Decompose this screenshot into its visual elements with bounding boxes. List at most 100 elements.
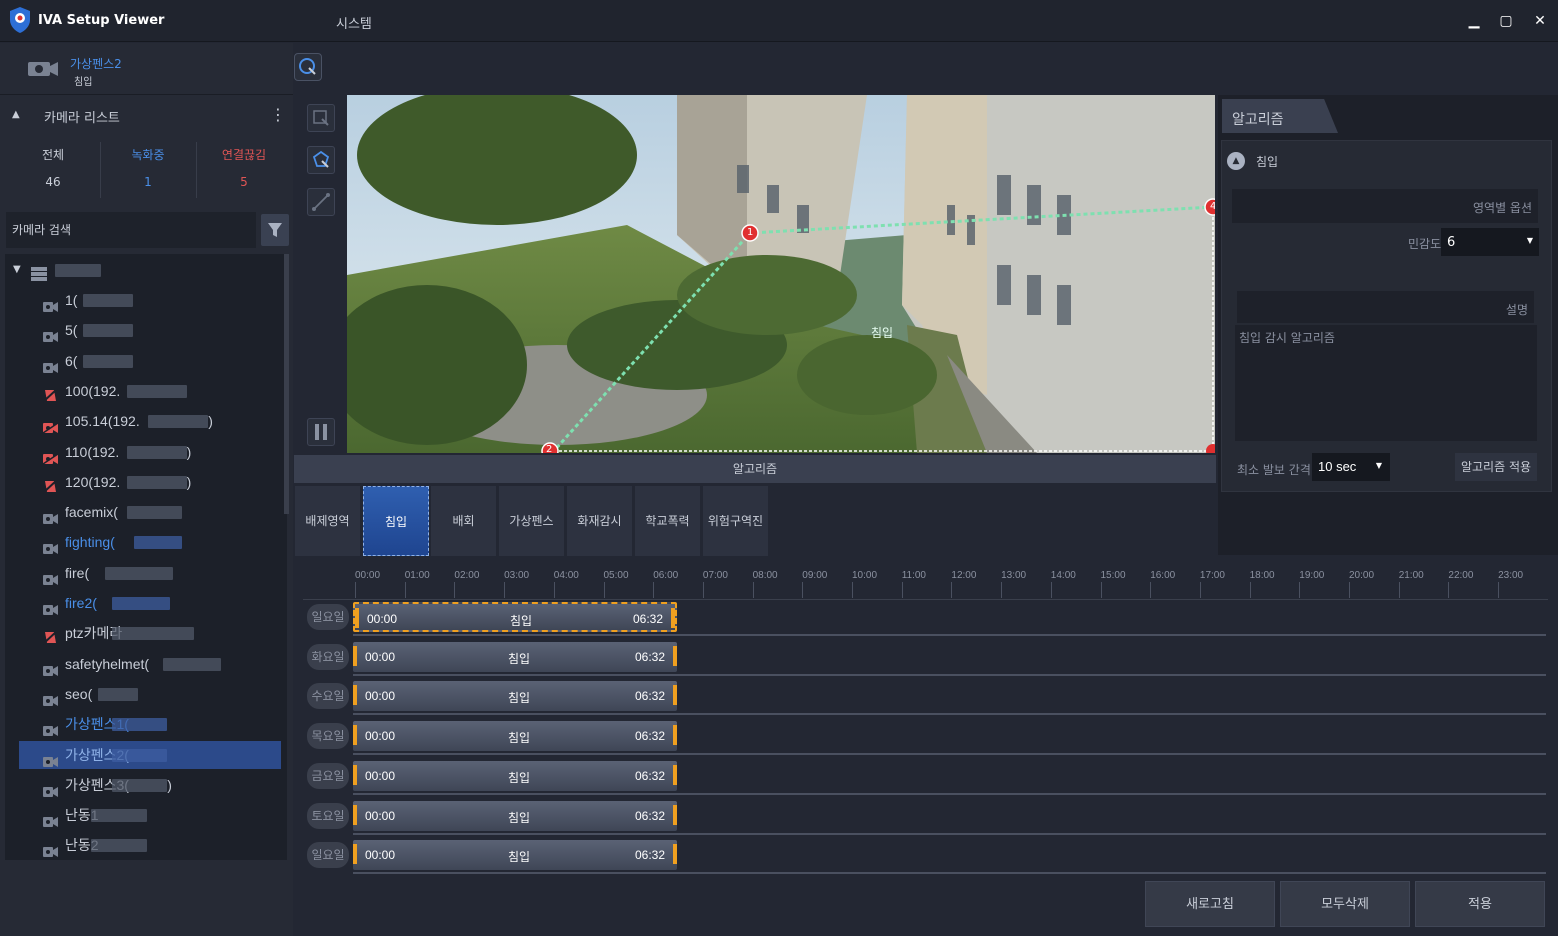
block-start: 00:00 xyxy=(365,689,396,704)
camera-icon xyxy=(43,507,58,525)
algorithm-tab[interactable]: 화재감시 xyxy=(567,486,633,556)
camera-item[interactable]: 1( xyxy=(19,286,281,314)
camera-search-input[interactable]: 카메라 검색 xyxy=(6,212,256,248)
resize-handle-right[interactable] xyxy=(673,725,677,746)
sensitivity-select[interactable]: 6 ▼ xyxy=(1441,228,1539,256)
expand-icon[interactable]: ▼ xyxy=(13,256,21,284)
camera-item-suffix: ) xyxy=(208,413,213,430)
day-track[interactable] xyxy=(353,792,1546,795)
pause-button[interactable] xyxy=(307,418,335,446)
camera-item[interactable]: 난동1 xyxy=(19,801,281,829)
redacted-address xyxy=(112,597,171,610)
algorithm-tab[interactable]: 위험구역진입 xyxy=(703,486,769,598)
tree-scrollbar[interactable] xyxy=(284,254,289,514)
redacted-address xyxy=(126,384,187,398)
resize-handle-right[interactable] xyxy=(673,685,677,706)
algorithm-tab[interactable]: 가상펜스 xyxy=(499,486,565,556)
panel-tab-title[interactable]: 알고리즘 xyxy=(1222,99,1338,133)
timeline-tick: 11:00 xyxy=(901,570,926,581)
redacted-address xyxy=(126,475,187,489)
camera-icon xyxy=(43,750,58,767)
resize-handle-left[interactable] xyxy=(353,685,357,706)
day-track[interactable] xyxy=(353,872,1546,875)
stat-recording: 녹화중 1 xyxy=(131,148,165,189)
schedule-block[interactable]: 00:00 침입 06:32 xyxy=(353,721,677,752)
block-label: 침입 xyxy=(508,810,531,825)
apply-button[interactable]: 적용 xyxy=(1415,881,1545,927)
maximize-button[interactable]: ▢ xyxy=(1494,10,1518,32)
day-track[interactable] xyxy=(353,673,1546,676)
resize-handle-right[interactable] xyxy=(673,645,677,666)
more-icon[interactable]: ⋮ xyxy=(270,105,286,124)
camera-item[interactable]: fighting( xyxy=(19,528,281,556)
camera-video-view[interactable]: 1 4 2 침입 xyxy=(347,95,1215,453)
camera-item[interactable]: fire( xyxy=(19,559,281,587)
camera-item[interactable]: safetyhelmet( xyxy=(19,650,281,678)
camera-item[interactable]: ptz카메라 xyxy=(19,619,281,647)
timeline-tick: 15:00 xyxy=(1100,570,1126,581)
timeline-tick: 18:00 xyxy=(1249,570,1275,581)
draw-tool-button[interactable] xyxy=(307,104,335,132)
redacted-address xyxy=(112,748,168,762)
resize-handle-left[interactable] xyxy=(353,764,357,785)
camera-item[interactable]: seo( xyxy=(19,680,281,708)
timeline-tick: 09:00 xyxy=(802,570,828,581)
interval-select[interactable]: 10 sec ▼ xyxy=(1312,453,1390,481)
schedule-block[interactable]: 00:00 침입 06:32 xyxy=(353,760,677,791)
apply-algorithm-button[interactable]: 알고리즘 적용 xyxy=(1455,453,1537,481)
algorithm-tab[interactable]: 학교폭력 xyxy=(635,486,701,556)
resize-handle-left[interactable] xyxy=(353,804,357,825)
camera-item[interactable]: 가상펜스3() xyxy=(19,771,281,799)
line-tool-button[interactable] xyxy=(307,188,335,216)
polygon-icon xyxy=(312,150,330,168)
filter-icon xyxy=(268,223,282,237)
resize-handle-right[interactable] xyxy=(673,804,677,825)
polygon-tool-button[interactable] xyxy=(307,146,335,174)
refresh-button[interactable]: 새로고침 xyxy=(1145,881,1275,927)
resize-handle-right[interactable] xyxy=(671,608,675,628)
tree-root[interactable]: ▼ xyxy=(5,256,281,284)
menu-system[interactable]: 시스템 xyxy=(336,13,372,32)
schedule-block[interactable]: 00:00 침입 06:32 xyxy=(353,641,677,672)
day-track[interactable] xyxy=(353,753,1546,756)
algorithm-tab[interactable]: 배회 xyxy=(431,486,497,556)
resize-handle-left[interactable] xyxy=(353,725,357,746)
algorithm-tab[interactable]: 침입 xyxy=(363,486,429,556)
collapse-icon[interactable]: ▲ xyxy=(12,109,20,120)
camera-item[interactable]: 5( xyxy=(19,316,281,344)
camera-item[interactable]: 난동2 xyxy=(19,831,281,859)
algorithm-tab[interactable]: 배제영역 xyxy=(295,486,361,556)
camera-item[interactable]: fire2( xyxy=(19,589,281,617)
camera-item[interactable]: facemix( xyxy=(19,498,281,526)
day-track[interactable] xyxy=(353,634,1546,636)
camera-item[interactable]: 100(192. xyxy=(19,377,281,405)
resize-handle-right[interactable] xyxy=(673,844,677,865)
edit-zone-button[interactable] xyxy=(294,53,322,81)
section-collapse-icon[interactable]: ▲ xyxy=(1227,152,1245,170)
schedule-block[interactable]: 00:00 침입 06:32 xyxy=(353,681,677,712)
day-track[interactable] xyxy=(353,832,1546,835)
camera-item[interactable]: 110(192.) xyxy=(19,438,281,466)
camera-item[interactable]: 6( xyxy=(19,347,281,375)
block-end: 06:32 xyxy=(634,768,665,783)
delete-all-button[interactable]: 모두삭제 xyxy=(1280,881,1410,927)
camera-item[interactable]: 가상펜스1( xyxy=(19,710,281,738)
camera-item[interactable]: 105.14(192.) xyxy=(19,407,281,435)
tick-mark xyxy=(1199,582,1201,598)
filter-button[interactable] xyxy=(261,214,289,246)
video-frame xyxy=(347,95,1215,453)
day-track[interactable] xyxy=(353,713,1546,716)
camera-item[interactable]: 120(192.) xyxy=(19,468,281,496)
resize-handle-left[interactable] xyxy=(355,608,359,628)
camera-item[interactable]: 가상펜스2( xyxy=(19,740,281,769)
schedule-block[interactable]: 00:00 침입 06:32 xyxy=(353,840,677,871)
resize-handle-left[interactable] xyxy=(353,844,357,865)
block-start: 00:00 xyxy=(365,848,396,863)
close-button[interactable]: ✕ xyxy=(1528,10,1552,32)
minimize-button[interactable]: ▁ xyxy=(1462,10,1486,32)
resize-handle-right[interactable] xyxy=(673,764,677,785)
schedule-block[interactable]: 00:00 침입 06:32 xyxy=(353,602,677,632)
schedule-block[interactable]: 00:00 침입 06:32 xyxy=(353,800,677,831)
resize-handle-left[interactable] xyxy=(353,645,357,666)
tick-mark xyxy=(852,582,853,598)
